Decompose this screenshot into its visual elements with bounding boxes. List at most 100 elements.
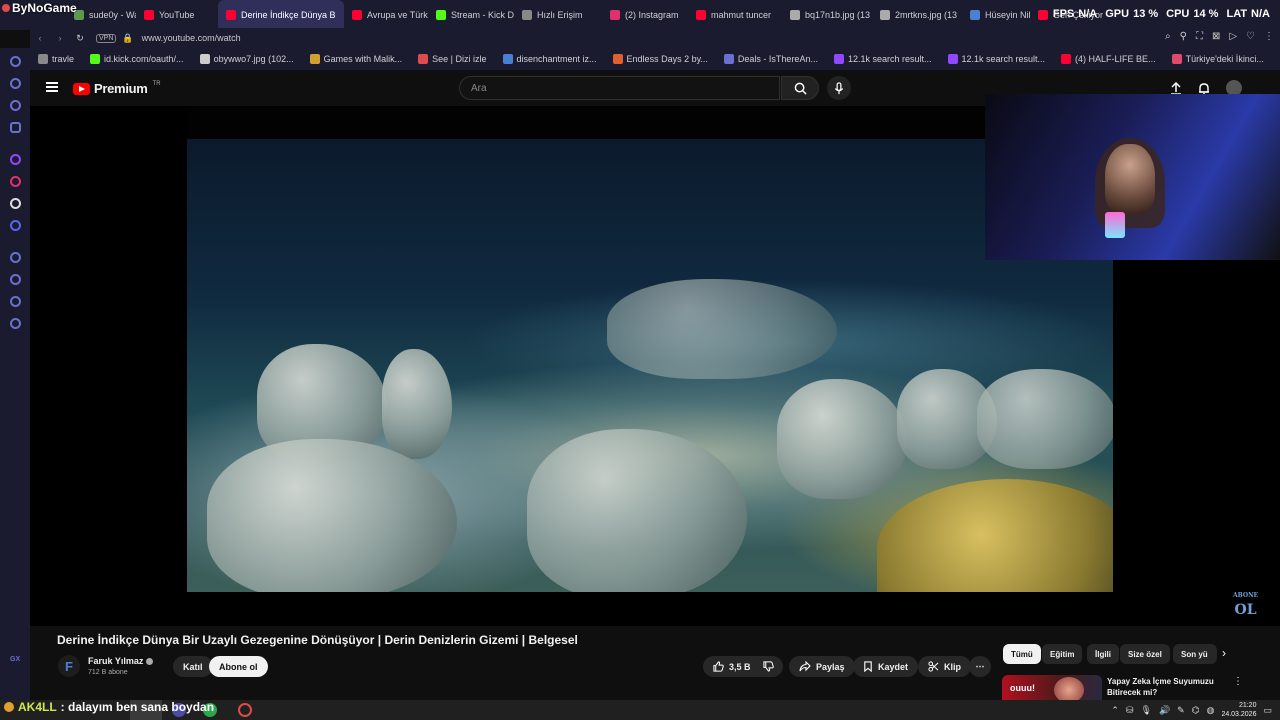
- bookmark-item[interactable]: travle: [30, 54, 82, 64]
- bookmark-item[interactable]: disenchantment iz...: [495, 54, 605, 64]
- browser-tab[interactable]: mahmut tuncer: [688, 0, 782, 30]
- more-actions-button[interactable]: ⋯: [969, 656, 991, 677]
- stat-cpu: CPU 14 %: [1166, 8, 1219, 20]
- app-tray-icon[interactable]: ◍: [1207, 705, 1215, 716]
- tray-device-icon[interactable]: ⛁: [1126, 705, 1134, 716]
- browser-tab[interactable]: Hızlı Erişim: [514, 0, 602, 30]
- filter-chip[interactable]: Son yü: [1173, 644, 1217, 664]
- discord-icon[interactable]: [10, 220, 21, 231]
- player-icon[interactable]: [10, 252, 21, 263]
- browser-tab[interactable]: Stream - Kick D: [428, 0, 514, 30]
- tab-favicon-icon: [696, 10, 706, 20]
- bookmark-item[interactable]: Deals - IsThereAn...: [716, 54, 826, 64]
- network-icon[interactable]: ⌬: [1192, 705, 1200, 716]
- bookmark-item[interactable]: Endless Days 2 by...: [605, 54, 716, 64]
- tab-label: (2) Instagram: [625, 10, 679, 20]
- browser-tab[interactable]: YouTube: [136, 0, 218, 30]
- games-icon[interactable]: [10, 100, 21, 111]
- video-player[interactable]: ABONE OL: [30, 94, 1280, 626]
- tab-favicon-icon: [436, 10, 446, 20]
- taskbar-app-icon[interactable]: [238, 703, 252, 717]
- player-play-icon[interactable]: ▷: [1229, 31, 1237, 42]
- filter-chip[interactable]: Tümü: [1003, 644, 1041, 664]
- upload-icon[interactable]: [1170, 81, 1182, 95]
- wallet-icon[interactable]: [10, 78, 21, 89]
- notifications-icon[interactable]: ▭: [1263, 705, 1272, 716]
- chips-next-chevron-icon[interactable]: ›: [1222, 646, 1236, 662]
- clip-button[interactable]: Klip: [918, 656, 971, 677]
- share-button[interactable]: Paylaş: [789, 656, 855, 677]
- instagram-icon[interactable]: [10, 176, 21, 187]
- browser-tab[interactable]: Derine İndikçe Dünya B: [218, 0, 344, 30]
- channel-name[interactable]: Faruk Yılmaz: [88, 656, 154, 666]
- browser-tab[interactable]: Avrupa ve Türkiy: [344, 0, 428, 30]
- voice-search-button[interactable]: [827, 76, 851, 100]
- browser-tab[interactable]: Hüseyin Nihal: [962, 0, 1030, 30]
- speaker-icon[interactable]: 🔊: [1159, 705, 1170, 716]
- bookmark-item[interactable]: 12.1k search result...: [940, 54, 1054, 64]
- bookmarks-bar: travle id.kick.com/oauth/... obywwo7.jpg (…: [30, 48, 1280, 70]
- youtube-logo[interactable]: Premium TR: [73, 81, 161, 96]
- snapshot-icon[interactable]: ⛶: [1196, 31, 1203, 42]
- heart-icon[interactable]: ♡: [1246, 31, 1255, 42]
- vpn-badge[interactable]: VPN: [96, 33, 117, 43]
- browser-tab[interactable]: bq17n1b.jpg (13: [782, 0, 872, 30]
- url-field[interactable]: www.youtube.com/watch: [142, 33, 241, 43]
- tab-label: Stream - Kick D: [451, 10, 514, 20]
- bookmark-item[interactable]: See | Dizi izle: [410, 54, 494, 64]
- filter-chip[interactable]: İlgili: [1087, 644, 1119, 664]
- bookmark-item[interactable]: Games with Malik...: [302, 54, 411, 64]
- bookmark-favicon-icon: [418, 54, 429, 64]
- recommended-title[interactable]: Yapay Zeka İçme Suyumuzu Bitirecek mi?: [1107, 676, 1232, 698]
- bookmark-item[interactable]: (4) HALF-LIFE BE...: [1053, 54, 1164, 64]
- taskbar-clock[interactable]: 21:20 24.03.2026: [1221, 701, 1256, 719]
- chat-text: : dalayım ben sana boydan: [60, 700, 215, 714]
- forward-icon[interactable]: ›: [50, 33, 70, 43]
- like-button[interactable]: 3,5 B: [703, 656, 761, 677]
- bookmark-item[interactable]: 12.1k search result...: [826, 54, 940, 64]
- search-button[interactable]: [781, 76, 819, 100]
- dislike-button[interactable]: [754, 656, 783, 677]
- clock-icon[interactable]: [10, 274, 21, 285]
- filter-chip[interactable]: Size özel: [1120, 644, 1170, 664]
- bookmark-item[interactable]: id.kick.com/oauth/...: [82, 54, 192, 64]
- shield-icon[interactable]: ⊠: [1212, 31, 1220, 42]
- recommended-menu-icon[interactable]: ⋮: [1233, 676, 1243, 687]
- tab-favicon-icon: [522, 10, 532, 20]
- webcam-rgb-light: [1105, 212, 1125, 238]
- verified-icon: [146, 658, 154, 666]
- subscribe-button[interactable]: Abone ol: [209, 656, 268, 677]
- video-rock: [777, 379, 907, 499]
- gx-icon[interactable]: GX: [10, 656, 20, 663]
- reload-icon[interactable]: ↻: [70, 33, 90, 44]
- browser-tab[interactable]: (2) Instagram: [602, 0, 688, 30]
- pin-icon[interactable]: ⚲: [1180, 31, 1187, 42]
- pen-icon[interactable]: ✎: [1177, 705, 1185, 716]
- subscribe-watermark[interactable]: ABONE OL: [1233, 592, 1258, 618]
- tray-expand-icon[interactable]: ⌃: [1111, 705, 1119, 716]
- video-frame[interactable]: [187, 139, 1113, 592]
- bookmark-item[interactable]: obywwo7.jpg (102...: [192, 54, 302, 64]
- channel-avatar[interactable]: F: [58, 655, 80, 677]
- join-button[interactable]: Katıl: [173, 656, 213, 677]
- search-icon[interactable]: ⌕: [1165, 31, 1171, 42]
- filter-chip[interactable]: Eğitim: [1042, 644, 1083, 664]
- back-icon[interactable]: ‹: [30, 33, 50, 43]
- search-input[interactable]: Ara: [459, 76, 780, 100]
- save-button[interactable]: Kaydet: [853, 656, 919, 677]
- bookmark-item[interactable]: Türkiye'deki İkinci...: [1164, 54, 1272, 64]
- settings-icon[interactable]: [10, 318, 21, 329]
- messenger-icon[interactable]: [10, 122, 21, 133]
- history-icon[interactable]: [10, 56, 21, 67]
- microphone-tray-icon[interactable]: 🎙: [1141, 705, 1152, 716]
- x-icon[interactable]: [10, 198, 21, 209]
- twitch-icon[interactable]: [10, 154, 21, 165]
- system-tray: ⌃ ⛁ 🎙 🔊 ✎ ⌬ ◍ 21:20 24.03.2026 ▭: [1111, 701, 1272, 719]
- extensions-icon[interactable]: [10, 296, 21, 307]
- menu-icon[interactable]: ⋮: [1264, 31, 1274, 42]
- recommended-thumbnail[interactable]: ouuu!: [1002, 675, 1102, 700]
- browser-tab[interactable]: 2mrtkns.jpg (13: [872, 0, 962, 30]
- hamburger-menu-icon[interactable]: [46, 82, 58, 92]
- notifications-bell-icon[interactable]: [1198, 82, 1210, 95]
- tab-label: mahmut tuncer: [711, 10, 772, 20]
